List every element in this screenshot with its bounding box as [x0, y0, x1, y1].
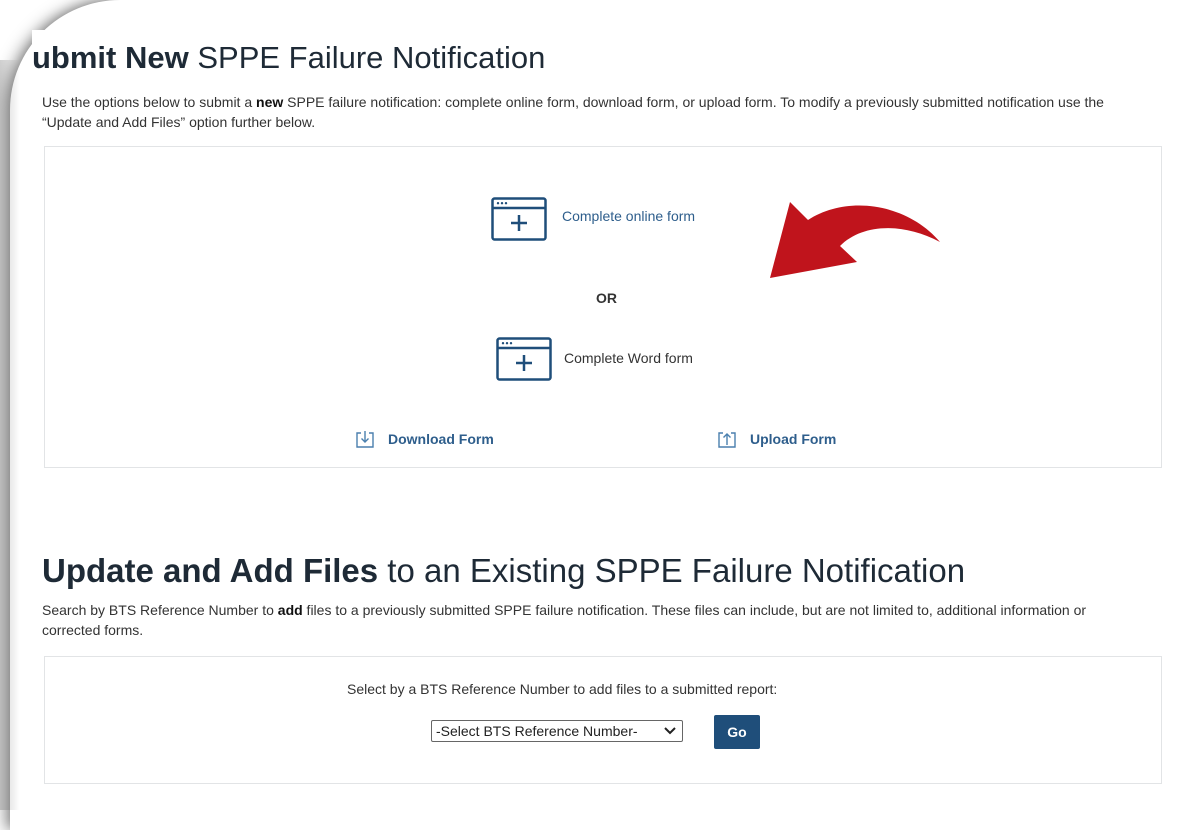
complete-word-form-link[interactable]: Complete Word form [564, 350, 693, 366]
select-reference-panel: Select by a BTS Reference Number to add … [44, 656, 1162, 784]
page-title-bold: ubmit New [32, 40, 189, 75]
bts-reference-select-value: -Select BTS Reference Number- [436, 723, 638, 739]
submit-options-panel: Complete online form OR Complete Word fo… [44, 146, 1162, 468]
page-curl-shadow [0, 60, 20, 810]
chevron-down-icon [664, 727, 676, 735]
upload-form-link[interactable]: Upload Form [750, 431, 836, 447]
select-prompt-label: Select by a BTS Reference Number to add … [347, 681, 778, 697]
or-separator: OR [596, 290, 617, 306]
complete-online-form-link[interactable]: Complete online form [562, 208, 695, 224]
page-title: ubmit New SPPE Failure Notification [32, 40, 545, 76]
upload-icon[interactable] [717, 429, 737, 449]
submit-description: Use the options below to submit a new SP… [42, 94, 1104, 130]
download-form-link[interactable]: Download Form [388, 431, 494, 447]
red-arrow-annotation [770, 202, 940, 278]
main-content: ubmit New SPPE Failure Notification Use … [32, 30, 1178, 800]
page-title-rest: SPPE Failure Notification [188, 40, 546, 75]
update-description: Search by BTS Reference Number to add fi… [42, 602, 1087, 638]
update-section-title: Update and Add Files to an Existing SPPE… [42, 552, 966, 589]
window-plus-icon[interactable] [491, 197, 547, 241]
download-icon[interactable] [355, 429, 375, 449]
go-button[interactable]: Go [714, 715, 760, 749]
window-plus-icon[interactable] [496, 337, 552, 381]
bts-reference-select[interactable]: -Select BTS Reference Number- [431, 720, 683, 742]
